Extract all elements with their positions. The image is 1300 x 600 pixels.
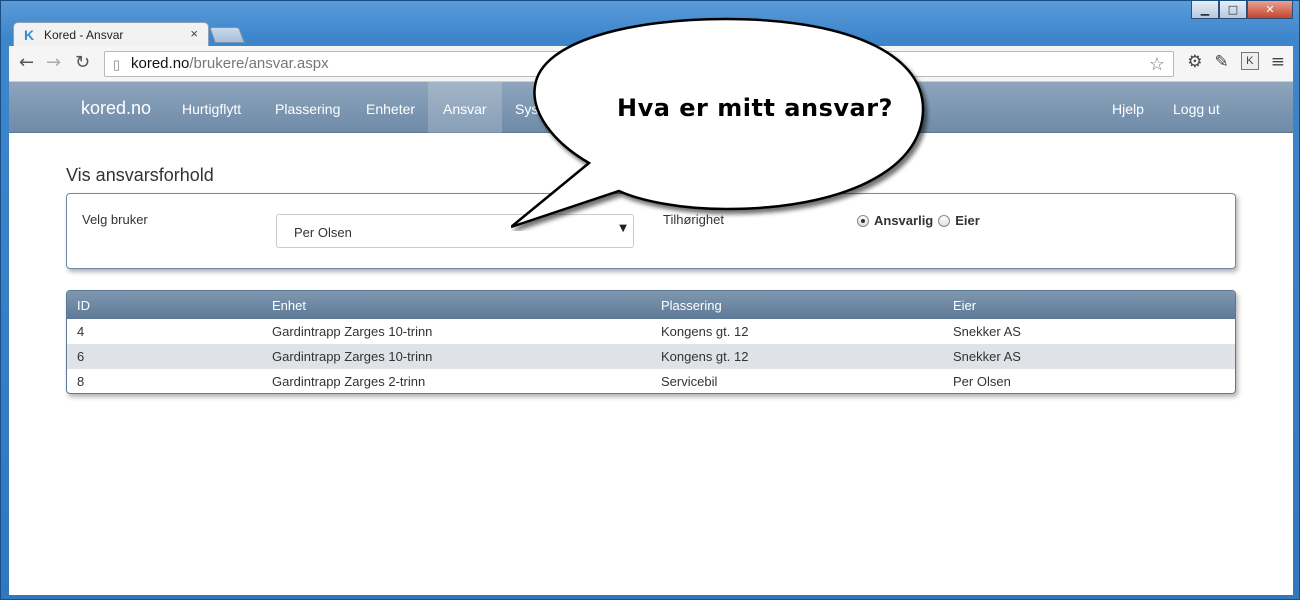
close-tab-icon[interactable]: × — [190, 26, 198, 41]
cell-enhet: Gardintrapp Zarges 2-trinn — [272, 374, 426, 389]
cell-eier: Snekker AS — [953, 324, 1021, 339]
nav-hjelp[interactable]: Hjelp — [1112, 101, 1144, 117]
user-label: Velg bruker — [82, 212, 148, 227]
cell-enhet: Gardintrapp Zarges 10-trinn — [272, 324, 433, 339]
nav-logg-ut[interactable]: Logg ut — [1173, 101, 1220, 117]
page-title: Vis ansvarsforhold — [66, 165, 214, 185]
column-header-enhet[interactable]: Enhet — [262, 291, 651, 319]
table-row[interactable]: 6 Gardintrapp Zarges 10-trinn Kongens gt… — [67, 344, 1235, 369]
cell-enhet: Gardintrapp Zarges 10-trinn — [262, 344, 651, 369]
responsibility-table: ID Enhet Plassering Eier 4 Gardintrapp Z… — [66, 290, 1236, 394]
table-row[interactable]: 8 Gardintrapp Zarges 2-trinn Servicebil … — [67, 369, 1235, 393]
column-header-eier[interactable]: Eier — [943, 291, 1235, 319]
cell-plassering: Kongens gt. 12 — [651, 344, 943, 369]
cell-eier: Per Olsen — [953, 374, 1011, 389]
url-path: /brukere/ansvar.aspx — [189, 55, 329, 72]
tab-title: Kored - Ansvar — [44, 27, 124, 42]
browser-tab[interactable]: K Kored - Ansvar × — [13, 22, 209, 46]
radio-eier-label[interactable]: Eier — [955, 213, 980, 228]
bookmark-star-icon[interactable]: ☆ — [1149, 52, 1165, 76]
kored-favicon-icon: K — [24, 26, 35, 43]
callout-text: Hva er mitt ansvar? — [617, 94, 893, 122]
toolbar-icons: ⚙ ✎ K ≡ — [1187, 52, 1285, 72]
table-header-row: ID Enhet Plassering Eier — [67, 291, 1235, 319]
url-host: kored.no — [131, 55, 190, 72]
brand-link[interactable]: kored.no — [81, 98, 151, 119]
nav-hurtigflytt[interactable]: Hurtigflytt — [182, 101, 241, 117]
cell-plassering: Kongens gt. 12 — [661, 324, 749, 339]
nav-plassering[interactable]: Plassering — [275, 101, 340, 117]
window-controls: ▁ □ ✕ — [1191, 1, 1293, 19]
column-header-plassering[interactable]: Plassering — [651, 291, 943, 319]
close-window-button[interactable]: ✕ — [1247, 1, 1293, 19]
column-header-id[interactable]: ID — [67, 291, 262, 319]
reload-icon[interactable]: ↻ — [75, 52, 90, 73]
table-row[interactable]: 4 Gardintrapp Zarges 10-trinn Kongens gt… — [67, 319, 1235, 344]
browser-window: ▁ □ ✕ K Kored - Ansvar × ← → ↻ ▯ kored.n… — [0, 0, 1300, 600]
cell-id: 6 — [67, 344, 262, 369]
cell-plassering: Servicebil — [661, 374, 718, 389]
maximize-button[interactable]: □ — [1219, 1, 1247, 19]
forward-icon[interactable]: → — [46, 52, 61, 73]
nav-ansvar[interactable]: Ansvar — [428, 82, 502, 133]
cell-eier: Snekker AS — [943, 344, 1235, 369]
cell-id: 8 — [77, 374, 85, 389]
menu-icon[interactable]: ≡ — [1271, 52, 1285, 72]
minimize-button[interactable]: ▁ — [1191, 1, 1219, 19]
cell-id: 4 — [77, 324, 85, 339]
nav-enheter[interactable]: Enheter — [366, 101, 415, 117]
kored-extension-icon[interactable]: K — [1240, 52, 1259, 70]
back-icon[interactable]: ← — [19, 52, 34, 73]
user-select-value: Per Olsen — [294, 225, 352, 240]
new-tab-button[interactable] — [209, 27, 245, 43]
settings-gear-icon[interactable]: ⚙ — [1187, 52, 1202, 72]
page-icon: ▯ — [113, 57, 121, 72]
eyedropper-icon[interactable]: ✎ — [1215, 52, 1229, 72]
